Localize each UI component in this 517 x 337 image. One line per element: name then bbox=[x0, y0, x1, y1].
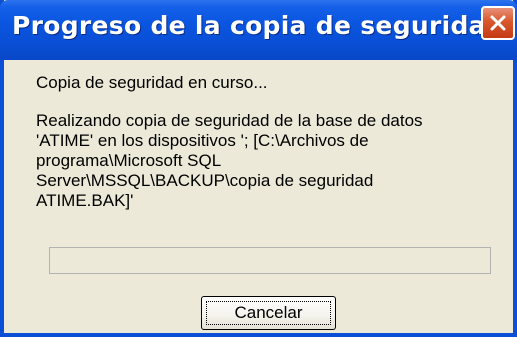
progress-bar bbox=[49, 247, 491, 274]
detail-line: ATIME.BAK]' bbox=[36, 191, 134, 210]
backup-progress-dialog: Progreso de la copia de seguridad Copia … bbox=[0, 0, 517, 337]
dialog-body: Copia de seguridad en curso... Realizand… bbox=[4, 60, 513, 333]
detail-line: 'ATIME' en los dispositivos '; [C:\Archi… bbox=[36, 131, 369, 150]
detail-line: Realizando copia de seguridad de la base… bbox=[36, 111, 423, 130]
detail-line: Server\MSSQL\BACKUP\copia de seguridad bbox=[36, 171, 374, 190]
detail-line: programa\Microsoft SQL bbox=[36, 151, 222, 170]
backup-detail-text: Realizando copia de seguridad de la base… bbox=[36, 111, 496, 211]
title-bar[interactable]: Progreso de la copia de seguridad bbox=[0, 0, 517, 60]
status-text: Copia de seguridad en curso... bbox=[36, 73, 268, 92]
close-icon bbox=[490, 15, 506, 31]
cancel-button[interactable]: Cancelar bbox=[201, 296, 336, 330]
window-title: Progreso de la copia de seguridad bbox=[12, 11, 505, 40]
close-button[interactable] bbox=[481, 6, 515, 40]
focus-rectangle bbox=[206, 301, 331, 325]
